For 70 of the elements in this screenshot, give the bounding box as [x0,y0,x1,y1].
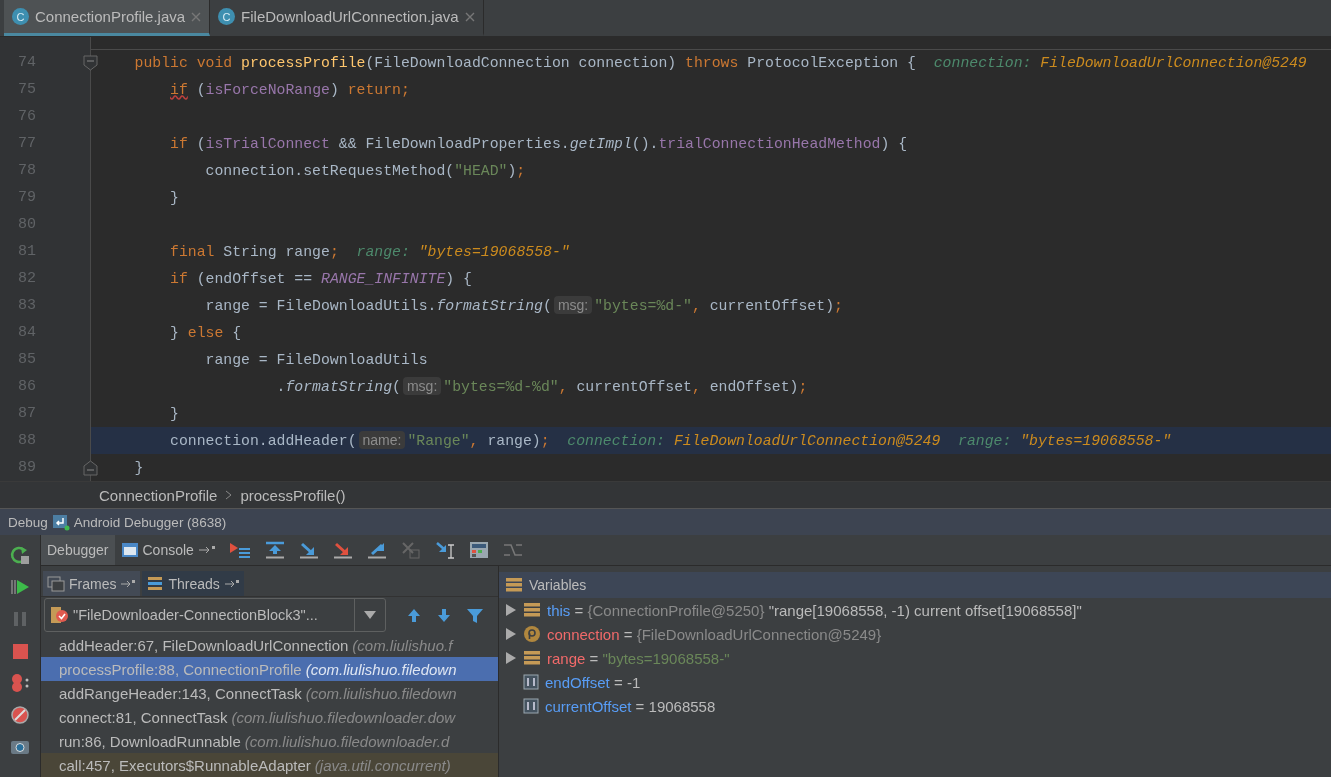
debug-tab[interactable]: Console [114,535,222,565]
variable-value: endOffset = -1 [545,673,641,691]
thread-dropdown[interactable]: "FileDownloader-ConnectionBlock3"... [44,598,386,632]
evaluate-icon[interactable] [468,541,489,559]
code-line: if (isTrialConnect && FileDownloadProperties.getImpl().trialConnectionHeadMethod) { [169,135,908,152]
execution-point-icon[interactable] [228,541,251,559]
code-line: range = FileDownloadUtils.formatString( msg: "bytes=%d-", currentOffset); [204,297,843,314]
code-line: if (endOffset == RANGE_INFINITE) { [169,270,472,287]
session-tab[interactable]: Android Debugger (8638) [73,514,227,530]
stack-frame[interactable]: processProfile:88, ConnectionProfile (com.liulishuo.filedown [41,657,498,681]
variable-value: currentOffset = 19068558 [545,697,716,715]
fold-icon[interactable] [83,460,98,476]
stack-frame[interactable]: addHeader:67, FileDownloadUrlConnection (com.liulishuo.f [41,633,498,657]
panel-tab[interactable]: Threads [142,571,244,596]
close-icon[interactable] [464,11,475,22]
stack-frame[interactable]: call:457, Executors$RunnableAdapter (java.util.concurrent) [41,753,498,777]
code-line: public void processProfile(FileDownloadConnection connection) throws ProtocolException { connection: FileDownloadUrlConnection@5249 [133,55,1307,71]
panel-title: Debug [8,514,48,530]
panel-title: Variables [529,577,587,593]
expand-arrow-icon[interactable] [505,603,517,617]
code-line: connection.setRequestMethod("HEAD"); [204,162,526,179]
pin-icon[interactable] [223,578,240,589]
debugger-icon [51,513,70,531]
frames-icon [47,575,65,592]
pin-icon[interactable] [120,578,137,589]
stack-frame[interactable]: run:86, DownloadRunnable (com.liulishuo.filedownloader.d [41,729,498,753]
code-line: } [169,189,179,206]
code-line: range = FileDownloadUtils [204,351,428,368]
resume-icon[interactable] [10,577,30,597]
code-line: .formatString( msg: "bytes=%d-%d", currentOffset, endOffset); [275,378,808,395]
breadcrumb-item[interactable]: ConnectionProfile [99,486,218,504]
fold-icon[interactable] [83,55,98,71]
expand-arrow-icon[interactable] [505,627,517,641]
code-line: } else { [169,324,242,341]
step-over-icon[interactable] [264,541,285,559]
breadcrumb-item[interactable]: processProfile() [240,486,346,504]
trace-icon[interactable] [502,541,523,559]
breakpoints-icon[interactable] [9,673,31,693]
arrow-down-icon[interactable] [436,606,452,624]
stack-frame[interactable]: addRangeHeader:143, ConnectTask (com.liulishuo.filedown [41,681,498,705]
run-to-cursor-icon[interactable] [434,541,455,559]
filter-icon[interactable] [466,606,484,624]
rerun-icon[interactable] [10,545,30,565]
class-icon: C [218,8,236,25]
mute-breakpoints-icon[interactable] [10,705,30,725]
code-line: } [133,459,144,476]
code-line: connection.addHeader( name: "Range", range); connection: FileDownloadUrlConnection@5249 range: "bytes=19068558-" [169,432,1172,449]
variable-value: connection = {FileDownloadUrlConnection@5249} [547,625,882,643]
variable-value: this = {ConnectionProfile@5250} "range[19068558, -1) current offset[19068558]" [547,601,1082,619]
thread-suspended-icon [49,606,69,624]
variable-value: range = "bytes=19068558-" [547,649,730,667]
variables-icon [505,577,523,593]
debug-tab[interactable]: Debugger [41,535,115,565]
class-icon: C [12,8,29,25]
step-into-icon[interactable] [298,541,319,559]
force-step-into-icon[interactable] [332,541,353,559]
file-tab[interactable]: C ConnectionProfile.java [4,0,211,36]
code-line: if (isForceNoRange) return; [169,81,410,98]
dropdown-arrow-icon [364,611,376,619]
panel-tab[interactable]: Frames [43,571,141,596]
threads-icon [146,575,165,592]
stack-frame[interactable]: connect:81, ConnectTask (com.liulishuo.filedownloader.dow [41,705,498,729]
code-line: final String range; range: "bytes=19068558-" [169,243,570,260]
chevron-icon [225,490,233,500]
expand-arrow-icon[interactable] [505,651,517,665]
console-icon [120,542,139,558]
pin-icon[interactable] [197,545,216,555]
step-out-icon[interactable] [366,541,387,559]
stop-icon[interactable] [10,641,30,661]
code-line: } [169,405,179,422]
